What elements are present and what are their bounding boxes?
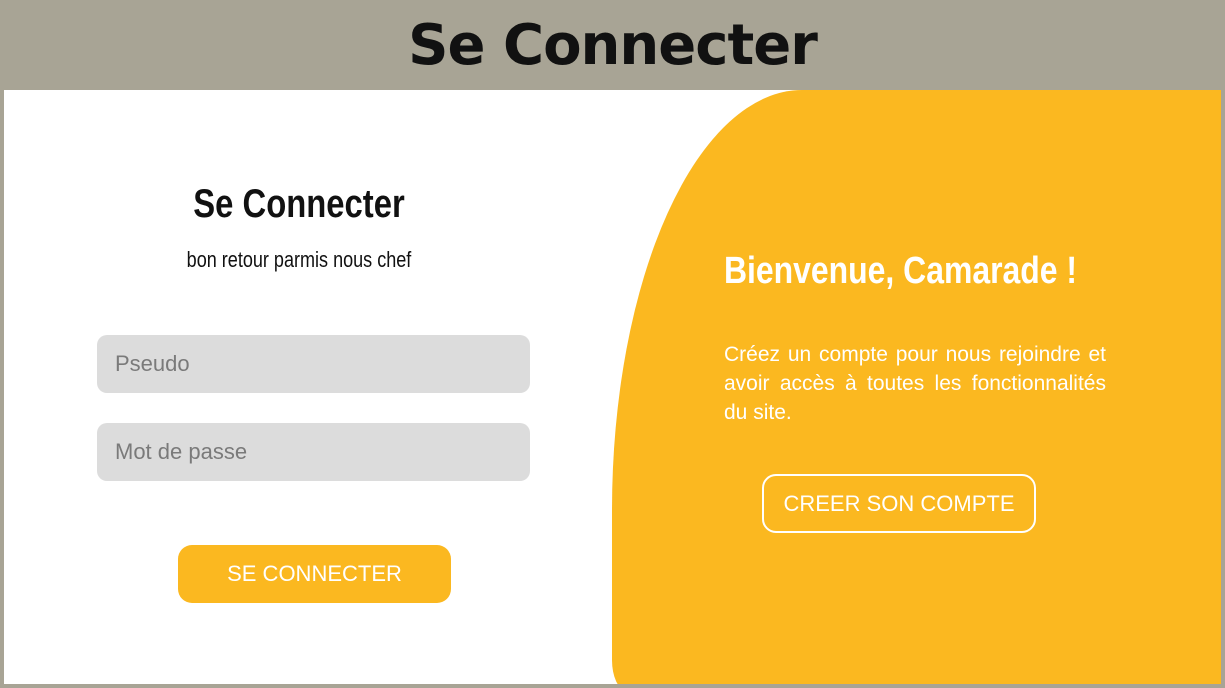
signup-panel: Bienvenue, Camarade ! Créez un compte po… bbox=[612, 90, 1221, 684]
banner-title: Se Connecter bbox=[408, 12, 818, 78]
login-form-pane: Se Connecter bon retour parmis nous chef… bbox=[4, 90, 614, 684]
login-button[interactable]: SE CONNECTER bbox=[178, 545, 451, 603]
pseudo-input[interactable] bbox=[97, 335, 530, 393]
welcome-title: Bienvenue, Camarade ! bbox=[724, 250, 1078, 292]
login-form-subtitle: bon retour parmis nous chef bbox=[186, 247, 412, 272]
password-input[interactable] bbox=[97, 423, 530, 481]
top-banner: Se Connecter bbox=[0, 0, 1225, 90]
create-account-button[interactable]: CREER SON COMPTE bbox=[762, 474, 1036, 533]
login-form-title: Se Connecter bbox=[193, 182, 405, 226]
page-frame: Se Connecter Se Connecter bon retour par… bbox=[0, 0, 1225, 688]
welcome-text: Créez un compte pour nous rejoindre et a… bbox=[724, 343, 1106, 424]
login-card: Se Connecter bon retour parmis nous chef… bbox=[4, 90, 1221, 684]
